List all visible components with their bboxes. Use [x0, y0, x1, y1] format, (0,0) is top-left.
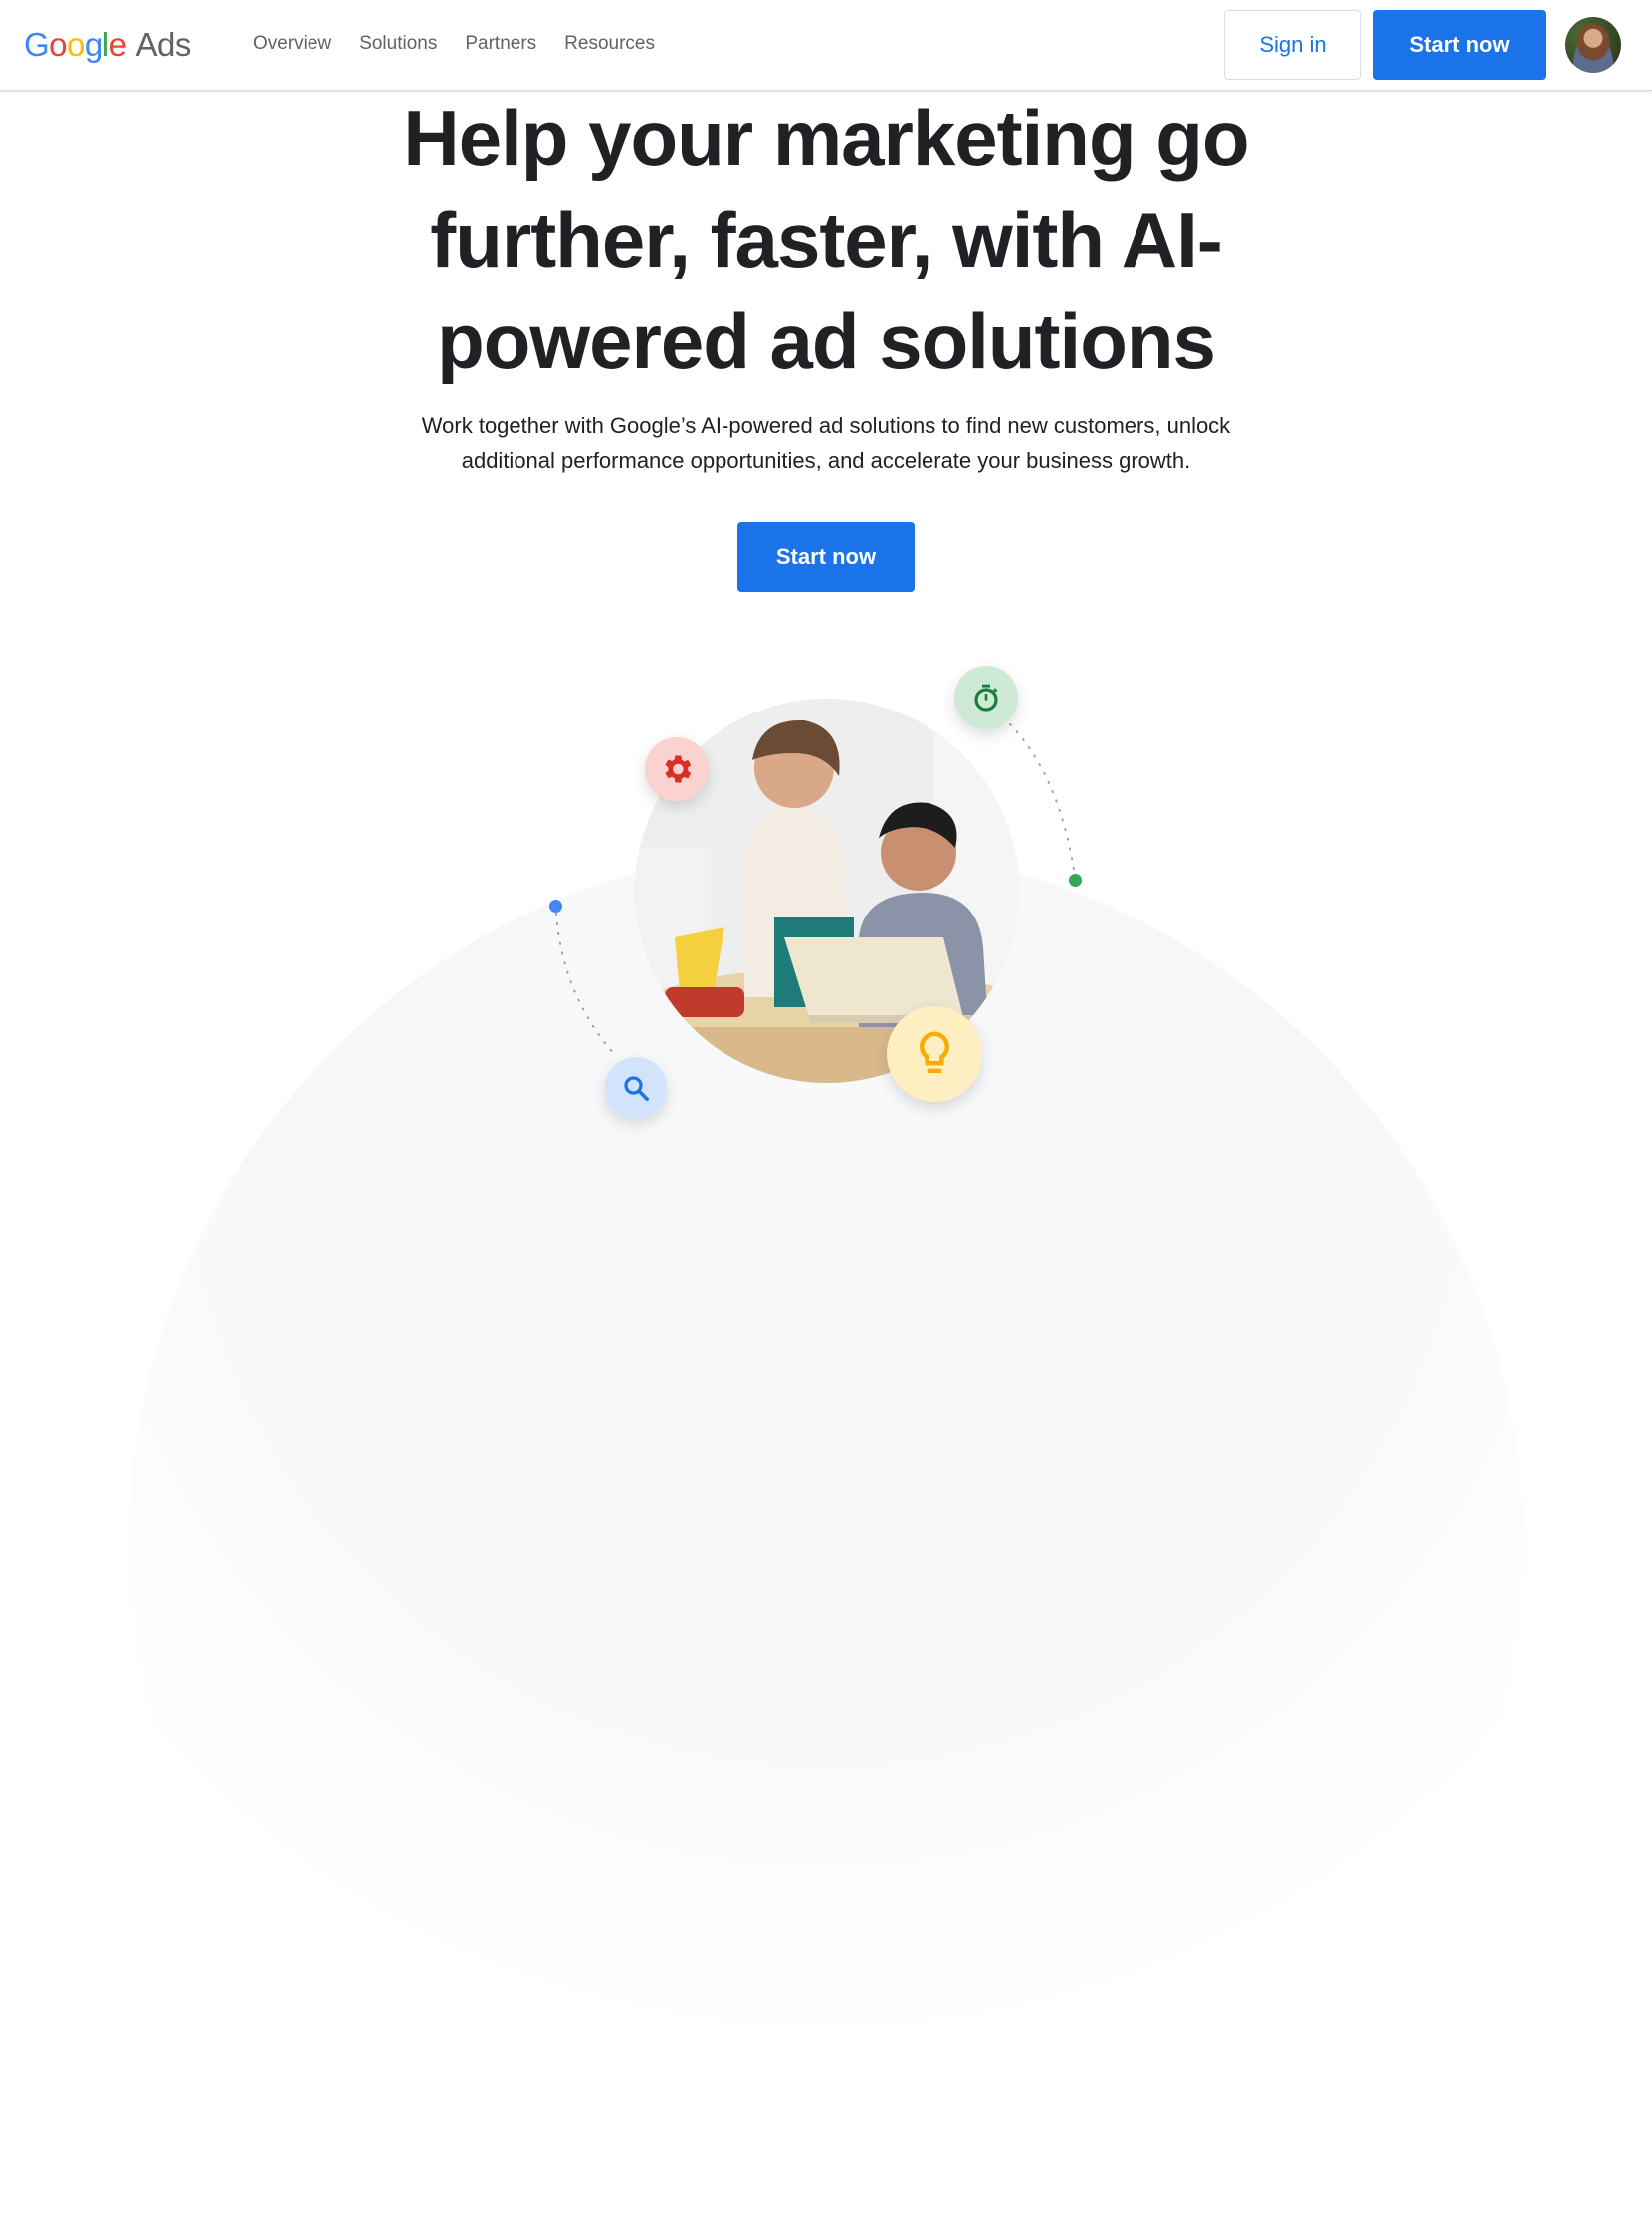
search-icon	[624, 1076, 649, 1101]
logo-product-name: Ads	[135, 26, 191, 63]
search-bubble	[605, 1057, 667, 1119]
hero-headline-line: Help your marketing go	[403, 95, 1249, 182]
gear-icon	[665, 755, 692, 783]
logo-letter: G	[24, 26, 50, 63]
top-nav-bar: Google Ads Overview Solutions Partners R…	[0, 0, 1652, 91]
dotted-connector-right	[1009, 723, 1076, 877]
sign-in-button[interactable]: Sign in	[1224, 10, 1361, 80]
logo-letter: g	[84, 26, 103, 63]
hero-headline-line: further, faster, with AI-	[430, 196, 1223, 284]
hero-subtitle: Work together with Google’s AI-powered a…	[0, 408, 1652, 478]
logo-letter: o	[49, 26, 68, 63]
lightbulb-bubble	[887, 1006, 982, 1102]
hero-subtitle-line: additional performance opportunities, an…	[461, 448, 1191, 473]
timer-bubble	[954, 666, 1018, 729]
nav-partners[interactable]: Partners	[465, 33, 536, 55]
google-ads-logo[interactable]: Google Ads	[24, 26, 191, 64]
gear-bubble	[645, 737, 709, 801]
hero-subtitle-line: Work together with Google’s AI-powered a…	[421, 413, 1231, 438]
logo-letter: o	[67, 26, 85, 63]
dotted-connector-left	[555, 913, 616, 1056]
nav-overview[interactable]: Overview	[253, 33, 331, 55]
hero-headline-line: powered ad solutions	[437, 298, 1216, 385]
timer-icon	[974, 684, 998, 712]
green-dot	[1069, 874, 1082, 887]
header-start-now-button[interactable]: Start now	[1373, 10, 1546, 80]
hero-start-now-button[interactable]: Start now	[737, 522, 915, 592]
logo-letter: l	[102, 26, 109, 63]
user-avatar[interactable]	[1565, 17, 1621, 73]
logo-letter: e	[108, 26, 127, 63]
lightbulb-icon	[920, 1031, 949, 1074]
nav-resources[interactable]: Resources	[564, 33, 655, 55]
hero-headline: Help your marketing go further, faster, …	[0, 88, 1652, 392]
blue-dot	[549, 900, 562, 913]
main-nav: Overview Solutions Partners Resources	[253, 33, 655, 55]
nav-solutions[interactable]: Solutions	[359, 33, 437, 55]
